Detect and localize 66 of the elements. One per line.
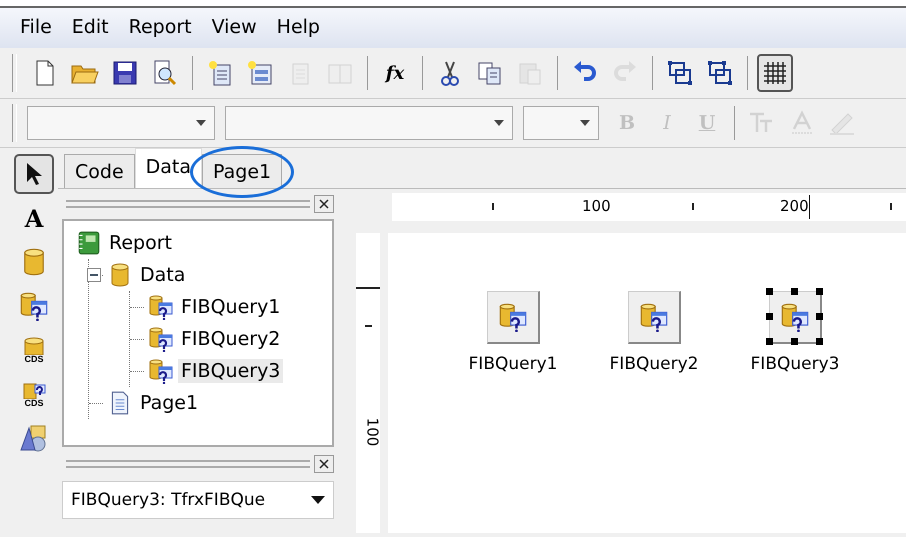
menu-item[interactable]: Report: [120, 16, 200, 38]
pointer-icon: [25, 162, 43, 186]
query-icon: [498, 302, 528, 332]
collapse-icon[interactable]: [87, 268, 101, 282]
scissors-icon: [438, 59, 462, 87]
ungroup-icon: [706, 59, 734, 87]
ruler-label: 100: [363, 418, 382, 446]
close-icon: [319, 199, 329, 209]
dropdown-arrow-icon: [580, 120, 590, 126]
tree-item[interactable]: FIBQuery2: [178, 327, 284, 351]
selection-handle[interactable]: [766, 288, 772, 295]
panel-grip[interactable]: [66, 200, 310, 208]
toolbar-button[interactable]: fx: [377, 54, 413, 92]
book-icon: [76, 230, 102, 256]
component-label: FIBQuery2: [610, 354, 698, 374]
query-icon: [638, 302, 668, 332]
tree-item[interactable]: Data: [137, 263, 188, 287]
selection-handle[interactable]: [816, 338, 822, 345]
panel-grip[interactable]: [66, 460, 310, 468]
selection-handle[interactable]: [790, 288, 798, 295]
menu-item[interactable]: File: [12, 16, 60, 38]
tab[interactable]: Code: [64, 154, 135, 188]
ruler-label: 100: [582, 197, 611, 215]
font-color-icon: [790, 110, 814, 136]
query-icon: [148, 358, 174, 384]
query-component[interactable]: [768, 291, 822, 344]
dropdown-arrow-icon: [494, 120, 504, 126]
query-icon: [780, 302, 810, 332]
tree-item[interactable]: FIBQuery3: [178, 359, 284, 383]
component-label: FIBQuery3: [750, 354, 840, 374]
tab[interactable]: Data: [134, 148, 202, 188]
dropdown-arrow-icon: [311, 496, 325, 504]
menu-item[interactable]: Help: [268, 16, 328, 38]
query-icon: [148, 326, 174, 352]
selection-handle[interactable]: [816, 288, 822, 295]
tree-item[interactable]: Report: [106, 231, 175, 255]
object-dropdown[interactable]: FIBQuery3: TfrxFIBQue: [62, 481, 334, 519]
close-button[interactable]: [314, 455, 334, 473]
tree-item[interactable]: Page1: [137, 391, 202, 415]
tool-button[interactable]: A: [14, 198, 54, 238]
toolbar-button[interactable]: [757, 54, 793, 92]
grid-icon: [762, 60, 788, 86]
tool-button[interactable]: CDS: [14, 374, 54, 414]
new-form-icon: [246, 59, 274, 87]
close-icon: [319, 459, 329, 469]
selection-handle[interactable]: [816, 313, 822, 320]
selection-handle[interactable]: [790, 338, 798, 345]
component-label: FIBQuery1: [468, 354, 558, 374]
selection-handle[interactable]: [766, 338, 772, 345]
menu-item[interactable]: View: [204, 16, 265, 38]
tree-item[interactable]: FIBQuery1: [178, 295, 284, 319]
dropdown-arrow-icon: [196, 120, 206, 126]
query-icon: [148, 294, 174, 320]
tool-button[interactable]: CDS: [14, 330, 54, 370]
ruler-label: 200: [780, 197, 809, 215]
menu-item[interactable]: Edit: [64, 16, 117, 38]
query-icon: [22, 380, 46, 398]
query-icon: [19, 291, 49, 321]
cds-label: CDS: [24, 354, 44, 364]
group-icon: [666, 59, 694, 87]
tool-button[interactable]: [14, 154, 54, 194]
selection-handle[interactable]: [766, 313, 772, 320]
database-icon: [22, 336, 46, 354]
tab[interactable]: Page1: [202, 154, 282, 188]
cds-label: CDS: [24, 398, 44, 408]
close-button[interactable]: [314, 195, 334, 213]
